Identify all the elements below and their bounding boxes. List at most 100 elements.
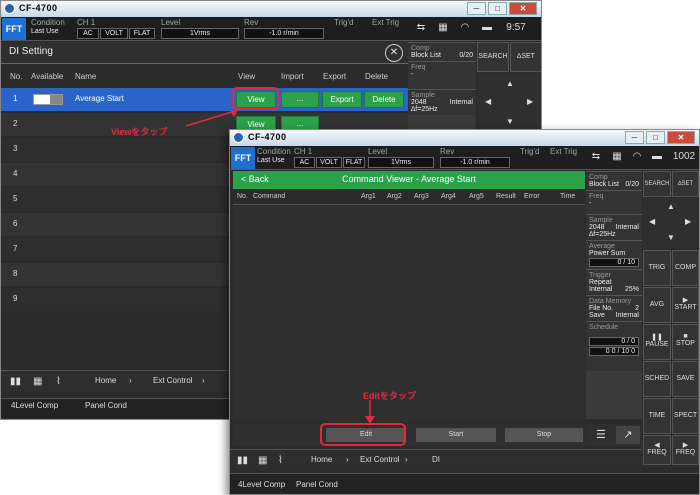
arrow-left-icon[interactable]: ◀ (649, 217, 655, 226)
table-row[interactable]: 3 (1, 138, 229, 161)
chart-icon[interactable]: ▮▮ (237, 455, 248, 466)
close-circle-icon[interactable]: ✕ (385, 44, 403, 62)
row-name: Average Start (75, 94, 124, 103)
di-title-bar: DI Setting ✕ (1, 42, 408, 64)
start-button[interactable]: Start (416, 428, 496, 442)
table-row[interactable]: 6 (1, 213, 229, 236)
close-button[interactable]: ✕ (509, 2, 537, 15)
command-button-bar: Edit Start Stop (233, 424, 585, 446)
list-icon[interactable]: ☰ (596, 428, 606, 441)
settings-icon: ▦ (612, 151, 622, 162)
col-available: Available (31, 72, 64, 81)
side-info-panel: Comp Block List 0/20 Freq - Sample 2048 Inter… (586, 171, 642, 419)
command-table-header: No. Command Arg1 Arg2 Arg3 Arg4 Arg5 Res… (233, 193, 585, 205)
minimize-button[interactable]: ─ (625, 131, 644, 144)
stop-button[interactable]: Stop (505, 428, 583, 442)
side-tools: ☰ ↗ (586, 424, 642, 446)
col-delete: Delete (365, 72, 389, 81)
sched-button[interactable]: SCHED (643, 361, 671, 397)
arrow-down-icon[interactable]: ▼ (667, 233, 675, 242)
condition-label: Condition (257, 147, 291, 156)
channel-label: CH 1 (294, 147, 313, 156)
breadcrumb-home[interactable]: Home (95, 376, 116, 385)
start-side-button[interactable]: ▶ START (672, 287, 699, 323)
search-button[interactable]: SEARCH (643, 171, 671, 197)
title-bar: CF-4700 ─ □ ✕ (1, 1, 541, 17)
arrow-down-icon[interactable]: ▼ (506, 117, 514, 126)
arrow-right-icon[interactable]: ▶ (685, 217, 691, 226)
status-header: FFT Condition Last Use CH 1 AC VOLT FLAT… (230, 146, 699, 170)
table-row[interactable]: 4 (1, 163, 229, 186)
col-import: Import (281, 72, 304, 81)
battery-icon: ▬ (482, 22, 492, 33)
close-button[interactable]: ✕ (667, 131, 695, 144)
table-row[interactable]: 9 (1, 288, 229, 311)
freq-down-button[interactable]: ◀ FREQ (643, 435, 671, 465)
dset-button[interactable]: ∆SET (672, 171, 699, 197)
sample-label: Sample (411, 92, 435, 99)
import-button[interactable]: ... (281, 91, 319, 108)
rev-label: Rev (244, 18, 259, 27)
trigd-label: Trig'd (520, 147, 540, 156)
chart-icon[interactable]: ▮▮ (10, 376, 21, 387)
edit-annotation: Editをタップ (363, 391, 416, 401)
freq-up-button[interactable]: ▶ FREQ (672, 435, 699, 465)
table-row[interactable]: 5 (1, 188, 229, 211)
arrow-up-icon[interactable]: ▲ (506, 79, 514, 88)
condition-label: Condition (31, 18, 65, 27)
export-button[interactable]: Export (322, 91, 362, 108)
breadcrumb-di[interactable]: DI (432, 455, 440, 464)
arrow-pad[interactable]: ▲ ◀ ▶ ▼ (643, 198, 699, 248)
wave-icon[interactable]: ⌇ (278, 455, 283, 466)
command-viewer-window: CF-4700 ─ □ ✕ FFT Condition Last Use CH 1 … (229, 129, 700, 495)
mode-fft-button[interactable]: FFT (2, 18, 26, 40)
expand-icon[interactable]: ↗ (616, 426, 640, 444)
usb-icon: ⇆ (591, 151, 601, 162)
row-no: 2 (13, 119, 18, 128)
level4-comp-tab[interactable]: 4Level Comp (11, 401, 58, 410)
dset-button[interactable]: ∆SET (510, 42, 541, 72)
app-title: CF-4700 (248, 132, 287, 142)
comp-button[interactable]: COMP (672, 250, 699, 286)
view-annotation: Viewをタップ (111, 127, 168, 137)
col-no: No. (10, 72, 23, 81)
grid-icon[interactable]: ▦ (33, 376, 42, 387)
breadcrumb-ext-control[interactable]: Ext Control (153, 376, 193, 385)
avg-button[interactable]: AVG (643, 287, 671, 323)
table-row[interactable]: 8 (1, 263, 229, 286)
save-button[interactable]: SAVE (672, 361, 699, 397)
level-value: 1Vrms (161, 28, 239, 39)
wave-icon[interactable]: ⌇ (56, 376, 61, 387)
delete-button[interactable]: Delete (364, 91, 404, 108)
arrow-left-icon[interactable]: ◀ (485, 97, 491, 106)
mode-fft-button[interactable]: FFT (231, 147, 255, 169)
breadcrumb-home[interactable]: Home (311, 455, 332, 464)
panel-cond-tab[interactable]: Panel Cond (296, 480, 338, 489)
stop-side-button[interactable]: ■ STOP (672, 324, 699, 360)
maximize-button[interactable]: □ (488, 2, 507, 15)
breadcrumb-ext-control[interactable]: Ext Control (360, 455, 400, 464)
time-button[interactable]: TIME (643, 398, 671, 434)
panel-cond-tab[interactable]: Panel Cond (85, 401, 127, 410)
level-value: 1Vrms (368, 157, 434, 168)
wifi-icon: ◠ (460, 22, 470, 33)
arrow-up-icon[interactable]: ▲ (667, 202, 675, 211)
minimize-button[interactable]: ─ (467, 2, 486, 15)
available-toggle[interactable] (33, 94, 63, 105)
maximize-button[interactable]: □ (646, 131, 665, 144)
col-export: Export (323, 72, 347, 81)
col-view: View (238, 72, 256, 81)
nav-bar: ▮▮ ▦ ⌇ Home › Ext Control › DI (230, 449, 642, 471)
wifi-icon: ◠ (632, 151, 642, 162)
arrow-pad[interactable]: ▲ ◀ ▶ ▼ (477, 73, 541, 133)
col-name: Name (75, 72, 97, 81)
row-no: 1 (13, 94, 18, 103)
grid-icon[interactable]: ▦ (258, 455, 267, 466)
search-button[interactable]: SEARCH (477, 42, 509, 72)
trig-button[interactable]: TRIG (643, 250, 671, 286)
spect-button[interactable]: SPECT (672, 398, 699, 434)
pause-button[interactable]: ❚❚ PAUSE (643, 324, 671, 360)
level4-comp-tab[interactable]: 4Level Comp (238, 480, 285, 489)
arrow-right-icon[interactable]: ▶ (527, 97, 533, 106)
table-row[interactable]: 7 (1, 238, 229, 261)
